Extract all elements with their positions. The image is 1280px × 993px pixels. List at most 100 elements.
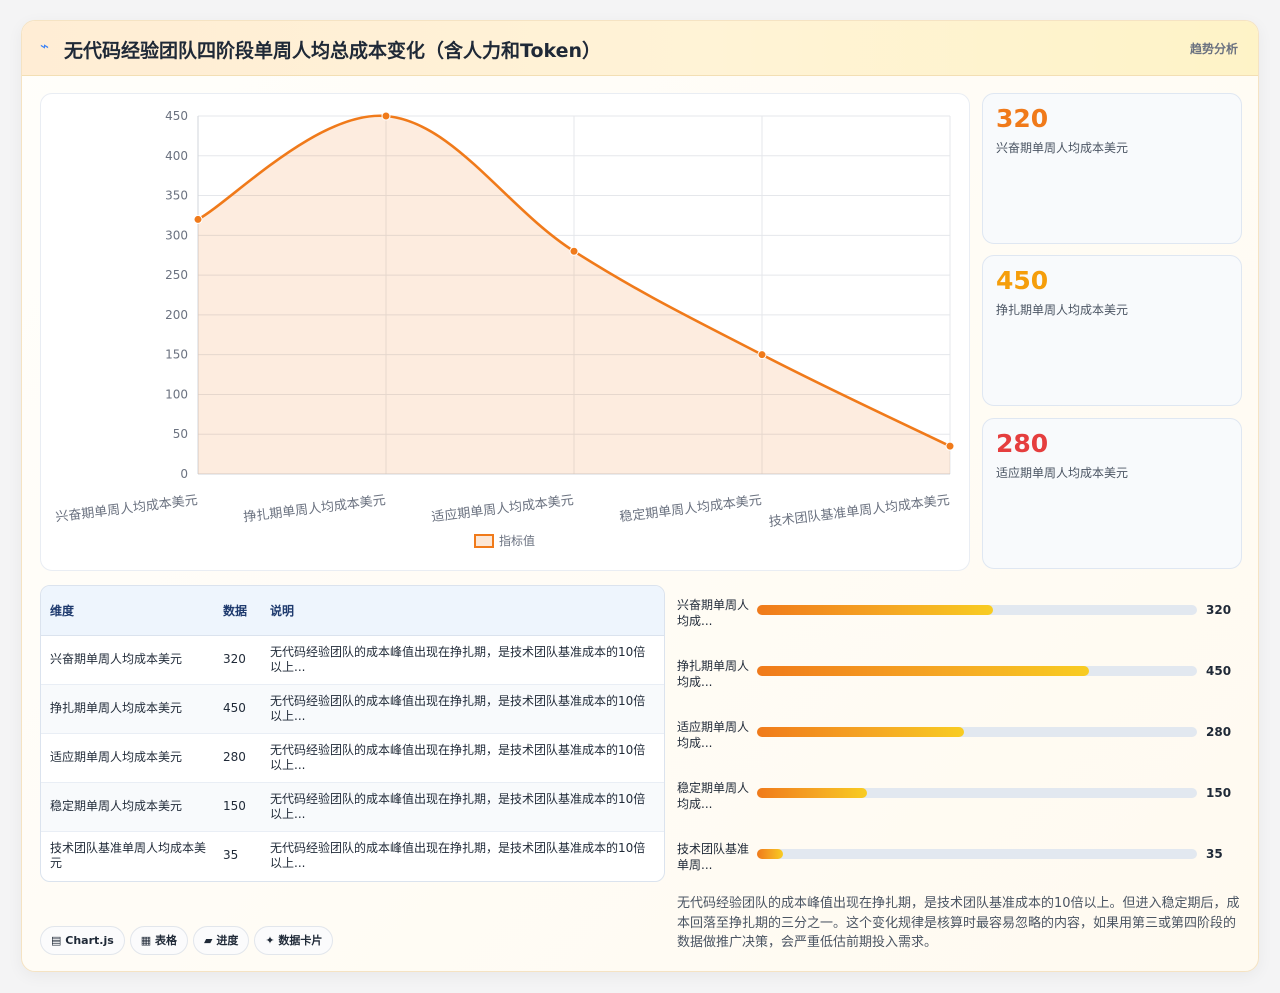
cell-dimension: 挣扎期单周人均成本美元	[50, 701, 183, 715]
sparkle-icon: ✦	[265, 934, 275, 947]
tag-chip[interactable]: ▦ 表格	[129, 926, 189, 955]
data-point	[569, 246, 579, 256]
cell-data: 280	[223, 750, 246, 764]
table-icon: ▦	[140, 934, 152, 947]
x-tick-label: 兴奋期单周人均成本美元	[55, 493, 199, 525]
progress-row: 技术团队基准单周... 35	[677, 837, 1237, 898]
progress-track	[757, 666, 1197, 676]
cell-dimension: 适应期单周人均成本美元	[50, 750, 183, 764]
chart-icon: ▤	[51, 934, 62, 947]
progress-row: 适应期单周人均成... 280	[677, 715, 1237, 776]
progress-track	[757, 727, 1197, 737]
progress-fill	[757, 849, 783, 859]
progress-track	[757, 849, 1197, 859]
line-chart: 0 50 100 150 200 250 300 350 400 450 兴奋期单周人均成本美元 挣扎…	[55, 109, 955, 548]
progress-row: 挣扎期单周人均成... 450	[677, 654, 1237, 715]
card-header: ⌁ 无代码经验团队四阶段单周人均总成本变化（含人力和Token） 趋势分析	[22, 21, 1258, 76]
y-tick-label: 250	[165, 268, 188, 282]
progress-list: 兴奋期单周人均成... 320 挣扎期单周人均成... 450 适应期单周人均成... 2…	[677, 593, 1237, 898]
y-tick-label: 100	[165, 387, 188, 401]
line-chart-panel: 0 50 100 150 200 250 300 350 400 450 兴奋期单周人均成本美元 挣扎…	[40, 93, 970, 571]
y-tick-label: 150	[165, 348, 188, 362]
cell-data: 450	[223, 701, 246, 715]
column-header-description: 说明	[261, 586, 664, 636]
y-tick-label: 400	[165, 149, 188, 163]
legend-swatch	[474, 534, 494, 548]
x-tick-label: 技术团队基准单周人均成本美元	[768, 493, 950, 530]
x-tick-label: 适应期单周人均成本美元	[431, 492, 575, 525]
tag-label: Chart.js	[65, 934, 114, 947]
progress-label: 适应期单周人均成...	[677, 720, 750, 750]
data-point	[757, 350, 767, 360]
data-point	[945, 441, 955, 451]
progress-value: 35	[1206, 847, 1223, 861]
table-row: 适应期单周人均成本美元 280 无代码经验团队的成本峰值出现在挣扎期，是技术团队基准…	[41, 733, 664, 782]
table-row: 挣扎期单周人均成本美元 450 无代码经验团队的成本峰值出现在挣扎期，是技术团队基准…	[41, 684, 664, 733]
column-header-dimension: 维度	[41, 586, 219, 636]
cell-description: 无代码经验团队的成本峰值出现在挣扎期，是技术团队基准成本的10倍以上...	[270, 644, 646, 674]
progress-label: 挣扎期单周人均成...	[677, 659, 750, 689]
kpi-value: 280	[996, 429, 1049, 458]
x-tick-label: 稳定期单周人均成本美元	[619, 492, 763, 525]
tag-chip[interactable]: ✦ 数据卡片	[254, 926, 334, 955]
progress-label: 兴奋期单周人均成...	[677, 598, 750, 628]
y-tick-label: 200	[165, 308, 188, 322]
y-tick-label: 450	[165, 109, 188, 123]
data-table: 维度 数据 说明 兴奋期单周人均成本美元 320 无代码经验团队的成本峰值出现在挣扎…	[40, 585, 665, 882]
kpi-label: 适应期单周人均成本美元	[996, 466, 1129, 480]
column-header-data: 数据	[219, 586, 261, 636]
progress-track	[757, 605, 1197, 615]
y-tick-label: 0	[180, 467, 188, 481]
y-tick-label: 50	[173, 427, 188, 441]
progress-value: 450	[1206, 664, 1232, 678]
y-tick-label: 350	[165, 189, 188, 203]
tag-label: 数据卡片	[278, 934, 323, 947]
cell-dimension: 兴奋期单周人均成本美元	[50, 652, 183, 666]
progress-value: 280	[1206, 725, 1232, 739]
progress-label: 稳定期单周人均成...	[677, 781, 750, 811]
cell-data: 150	[223, 799, 246, 813]
dashboard-card: ⌁ 无代码经验团队四阶段单周人均总成本变化（含人力和Token） 趋势分析 0 5…	[21, 20, 1259, 972]
progress-label: 技术团队基准单周...	[677, 842, 750, 872]
kpi-label: 挣扎期单周人均成本美元	[996, 303, 1129, 317]
kpi-value: 320	[996, 104, 1049, 133]
progress-value: 150	[1206, 786, 1232, 800]
y-tick-label: 300	[165, 228, 188, 242]
x-tick-label: 挣扎期单周人均成本美元	[243, 493, 387, 525]
cell-data: 320	[223, 652, 246, 666]
tag-chip[interactable]: ▤ Chart.js	[40, 926, 125, 955]
progress-track	[757, 788, 1197, 798]
cell-description: 无代码经验团队的成本峰值出现在挣扎期，是技术团队基准成本的10倍以上...	[270, 840, 646, 870]
cell-dimension: 稳定期单周人均成本美元	[50, 799, 183, 813]
kpi-card: 320 兴奋期单周人均成本美元	[982, 93, 1242, 244]
trend-analysis-label: 趋势分析	[1189, 42, 1238, 56]
cell-description: 无代码经验团队的成本峰值出现在挣扎期，是技术团队基准成本的10倍以上...	[270, 791, 646, 821]
progress-fill	[757, 666, 1090, 676]
table-row: 技术团队基准单周人均成本美元 35 无代码经验团队的成本峰值出现在挣扎期，是技术团队…	[41, 831, 664, 880]
bolt-icon: ⌁	[40, 37, 50, 55]
kpi-value: 450	[996, 266, 1049, 295]
summary-text: 无代码经验团队的成本峰值出现在挣扎期，是技术团队基准成本的10倍以上。但进入稳定…	[677, 896, 1240, 950]
cell-data: 35	[223, 848, 239, 863]
table-row: 稳定期单周人均成本美元 150 无代码经验团队的成本峰值出现在挣扎期，是技术团队基准…	[41, 782, 664, 831]
kpi-card: 280 适应期单周人均成本美元	[982, 418, 1242, 569]
cell-description: 无代码经验团队的成本峰值出现在挣扎期，是技术团队基准成本的10倍以上...	[270, 693, 646, 723]
progress-fill	[757, 727, 964, 737]
kpi-label: 兴奋期单周人均成本美元	[996, 141, 1129, 155]
kpi-card: 450 挣扎期单周人均成本美元	[982, 255, 1242, 406]
tag-list: ▤ Chart.js ▦ 表格 ▰ 进度 ✦ 数据卡片	[40, 926, 338, 955]
tag-chip[interactable]: ▰ 进度	[193, 926, 250, 955]
progress-row: 兴奋期单周人均成... 320	[677, 593, 1237, 654]
progress-icon: ▰	[204, 934, 213, 947]
page-title: 无代码经验团队四阶段单周人均总成本变化（含人力和Token）	[64, 40, 602, 62]
tag-label: 进度	[216, 934, 239, 947]
progress-fill	[757, 788, 867, 798]
tag-label: 表格	[155, 934, 178, 947]
table-header-row: 维度 数据 说明	[41, 586, 664, 636]
progress-fill	[757, 605, 994, 615]
cell-description: 无代码经验团队的成本峰值出现在挣扎期，是技术团队基准成本的10倍以上...	[270, 742, 646, 772]
data-point	[381, 111, 391, 121]
data-point	[193, 214, 203, 224]
table-row: 兴奋期单周人均成本美元 320 无代码经验团队的成本峰值出现在挣扎期，是技术团队基准…	[41, 635, 664, 684]
legend-label: 指标值	[499, 533, 535, 548]
